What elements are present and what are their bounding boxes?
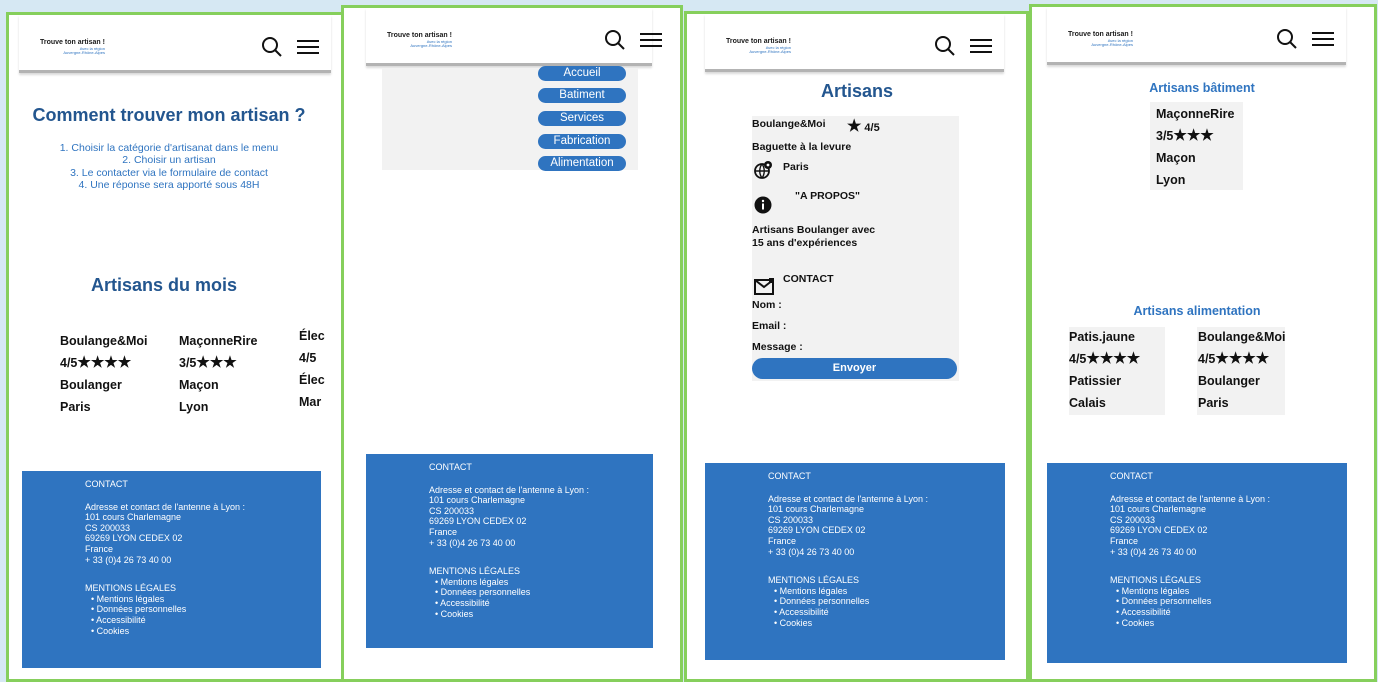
menu-icon[interactable] <box>1312 31 1334 47</box>
rating: 4/5★★★★ <box>1198 350 1270 367</box>
star-icon: ★★★★ <box>1215 350 1270 367</box>
home-mockup-frame: Trouve ton artisan ! Avec la région Auver… <box>6 12 344 682</box>
artisan-name: Boulange&Moi <box>752 118 826 130</box>
artisan-card[interactable]: MaçonneRire 3/5★★★ Maçon Lyon <box>1156 103 1235 191</box>
name-field-label: Nom : <box>752 299 782 311</box>
section-title: Artisans du mois <box>90 275 238 295</box>
about-heading: "A PROPOS" <box>795 190 860 202</box>
globe-pin-icon <box>753 160 773 185</box>
artisan-city: Paris <box>783 161 809 173</box>
menu-item-alimentation[interactable]: Alimentation <box>538 156 626 171</box>
rating: 4/5★★★★ <box>60 354 132 371</box>
about-text: Artisans Boulanger avec 15 ans d'expérie… <box>752 224 876 249</box>
search-icon[interactable] <box>934 35 956 57</box>
site-header: Trouve ton artisan ! Avec la région Auver… <box>366 8 662 66</box>
search-icon[interactable] <box>1276 28 1298 50</box>
mail-icon <box>754 278 774 300</box>
search-icon[interactable] <box>261 36 283 58</box>
site-header: Trouve ton artisan ! Avec la région Auver… <box>1047 7 1346 65</box>
send-button[interactable]: Envoyer <box>752 358 957 379</box>
footer-link[interactable]: Mentions légales <box>1116 586 1347 597</box>
email-field-label: Email : <box>752 320 787 332</box>
star-icon: ★★★★ <box>1086 350 1141 367</box>
menu-icon[interactable] <box>640 32 662 48</box>
site-logo[interactable]: Trouve ton artisan ! Avec la région Auver… <box>40 39 105 56</box>
footer-link[interactable]: Mentions légales <box>91 594 321 605</box>
artisan-card[interactable]: Boulange&Moi 4/5★★★★ Boulanger Paris <box>1198 326 1286 414</box>
rating: 4/5★★★★ <box>1069 350 1141 367</box>
site-logo[interactable]: Trouve ton artisan ! Avec la région Auver… <box>726 38 791 55</box>
footer-link[interactable]: Accessibilité <box>1116 607 1347 618</box>
steps-list: 1. Choisir la catégorie d'artisanat dans… <box>9 142 329 192</box>
site-header: Trouve ton artisan ! Avec la région Auver… <box>19 15 331 73</box>
footer-link[interactable]: Cookies <box>774 618 1005 629</box>
rating: 3/5★★★ <box>179 354 237 371</box>
star-icon: ★★★ <box>196 354 237 371</box>
footer-link[interactable]: Données personnelles <box>91 604 321 615</box>
site-footer: CONTACT Adresse et contact de l'antenne … <box>22 471 321 668</box>
info-icon <box>754 196 772 219</box>
site-logo[interactable]: Trouve ton artisan ! Avec la région Auver… <box>1068 31 1133 48</box>
menu-item-batiment[interactable]: Batiment <box>538 88 626 103</box>
menu-item-accueil[interactable]: Accueil <box>538 66 626 81</box>
footer-link[interactable]: Données personnelles <box>774 596 1005 607</box>
star-icon: ★★★ <box>1173 127 1214 144</box>
step-item: 2. Choisir un artisan <box>122 154 216 167</box>
star-icon: ★ <box>847 118 862 135</box>
menu-mockup-frame: Trouve ton artisan ! Avec la région Auver… <box>341 5 683 682</box>
footer-link[interactable]: Cookies <box>435 609 653 620</box>
footer-link[interactable]: Cookies <box>1116 618 1347 629</box>
footer-link[interactable]: Accessibilité <box>91 615 321 626</box>
footer-link[interactable]: Mentions légales <box>435 577 653 588</box>
footer-link[interactable]: Cookies <box>91 626 321 637</box>
site-logo[interactable]: Trouve ton artisan ! Avec la région Auver… <box>387 32 452 49</box>
site-header: Trouve ton artisan ! Avec la région Auver… <box>705 14 1004 72</box>
building-section-title: Artisans bâtiment <box>1149 81 1255 95</box>
step-item: 4. Une réponse sera apporté sous 48H <box>78 179 260 192</box>
artisan-product: Baguette à la levure <box>752 141 852 153</box>
menu-icon[interactable] <box>297 39 319 55</box>
artisan-card[interactable]: Élec 4/5 Élec Mar <box>299 325 325 413</box>
step-item: 1. Choisir la catégorie d'artisanat dans… <box>59 142 279 154</box>
category-mockup-frame: Trouve ton artisan ! Avec la région Auver… <box>1029 4 1377 682</box>
search-icon[interactable] <box>604 29 626 51</box>
footer-link[interactable]: Accessibilité <box>435 598 653 609</box>
artisan-card[interactable]: Patis.jaune 4/5★★★★ Patissier Calais <box>1069 326 1140 414</box>
artisan-card[interactable]: Boulange&Moi 4/5★★★★ Boulanger Paris <box>60 330 148 418</box>
contact-heading: CONTACT <box>783 273 834 285</box>
menu-item-services[interactable]: Services <box>538 111 626 126</box>
site-footer: CONTACT Adresse et contact de l'antenne … <box>705 463 1005 660</box>
menu-item-fabrication[interactable]: Fabrication <box>538 134 626 149</box>
star-icon: ★★★★ <box>77 354 132 371</box>
food-section-title: Artisans alimentation <box>1133 304 1261 318</box>
artisan-mockup-frame: Trouve ton artisan ! Avec la région Auver… <box>684 11 1029 682</box>
rating: ★ 4/5 <box>847 118 880 135</box>
footer-link[interactable]: Données personnelles <box>1116 596 1347 607</box>
footer-link[interactable]: Données personnelles <box>435 587 653 598</box>
footer-link[interactable]: Accessibilité <box>774 607 1005 618</box>
page-title: Comment trouver mon artisan ? <box>32 105 306 125</box>
footer-link[interactable]: Mentions légales <box>774 586 1005 597</box>
step-item: 3. Le contacter via le formulaire de con… <box>70 166 268 179</box>
rating: 3/5★★★ <box>1156 127 1214 144</box>
message-field-label: Message : <box>752 341 803 353</box>
artisan-card[interactable]: MaçonneRire 3/5★★★ Maçon Lyon <box>179 330 258 418</box>
site-footer: CONTACT Adresse et contact de l'antenne … <box>366 454 653 648</box>
page-title: Artisans <box>820 81 894 101</box>
menu-icon[interactable] <box>970 38 992 54</box>
site-footer: CONTACT Adresse et contact de l'antenne … <box>1047 463 1347 663</box>
